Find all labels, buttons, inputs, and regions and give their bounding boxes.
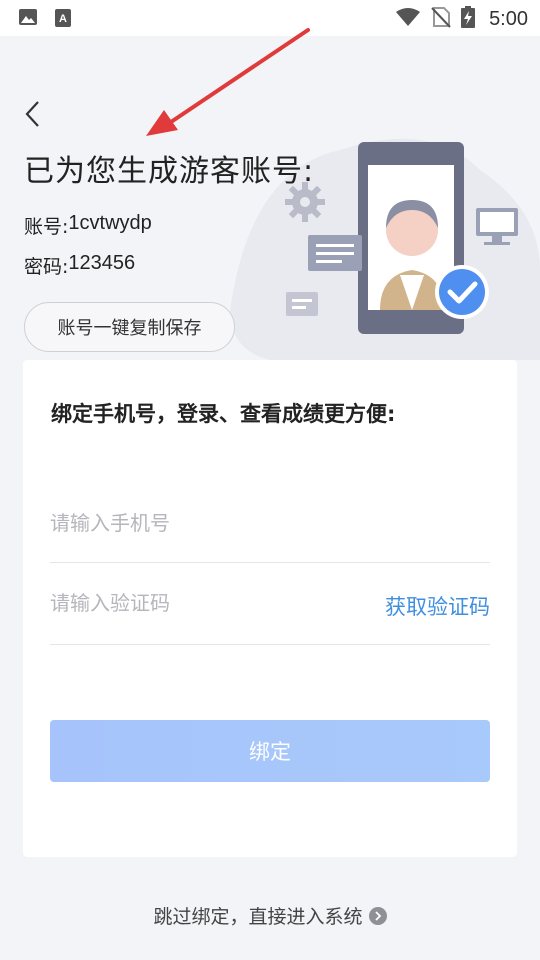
chevron-right-circle-icon: [368, 906, 387, 925]
status-left-icons: A: [18, 8, 72, 32]
back-button[interactable]: [14, 96, 50, 132]
image-icon: [18, 8, 38, 32]
skip-binding-link[interactable]: 跳过绑定，直接进入系统: [0, 902, 540, 929]
password-value: 123456: [68, 252, 136, 274]
account-line: 账号: 1cvtwydp: [24, 212, 152, 239]
account-value: 1cvtwydp: [68, 212, 152, 234]
skip-label: 跳过绑定，直接进入系统: [153, 906, 363, 928]
get-code-button[interactable]: 获取验证码: [385, 591, 490, 621]
svg-text:A: A: [59, 13, 67, 25]
annotation-arrow: [140, 24, 320, 148]
text-a-icon: A: [54, 8, 72, 32]
bind-button[interactable]: 绑定: [50, 720, 490, 782]
battery-charging-icon: [461, 6, 476, 32]
phone-field: [50, 495, 490, 563]
phone-input[interactable]: [50, 503, 350, 543]
status-time: 5:00: [489, 7, 528, 30]
card-heading: 绑定手机号，登录、查看成绩更方便:: [51, 402, 396, 426]
code-field: 获取验证码: [50, 575, 490, 645]
password-line: 密码: 123456: [24, 252, 135, 279]
check-badge-icon: [435, 265, 489, 319]
wifi-icon: [395, 7, 421, 31]
password-label: 密码:: [24, 256, 69, 278]
bind-phone-card: 绑定手机号，登录、查看成绩更方便: 获取验证码 绑定: [23, 360, 517, 857]
verification-code-input[interactable]: [50, 583, 350, 623]
copy-account-button[interactable]: 账号一键复制保存: [24, 302, 235, 352]
status-right-icons: 5:00: [395, 6, 528, 32]
no-sim-icon: [431, 6, 451, 32]
account-label: 账号:: [24, 216, 69, 238]
chevron-left-icon: [25, 101, 39, 127]
page-title: 已为您生成游客账号:: [24, 154, 315, 189]
